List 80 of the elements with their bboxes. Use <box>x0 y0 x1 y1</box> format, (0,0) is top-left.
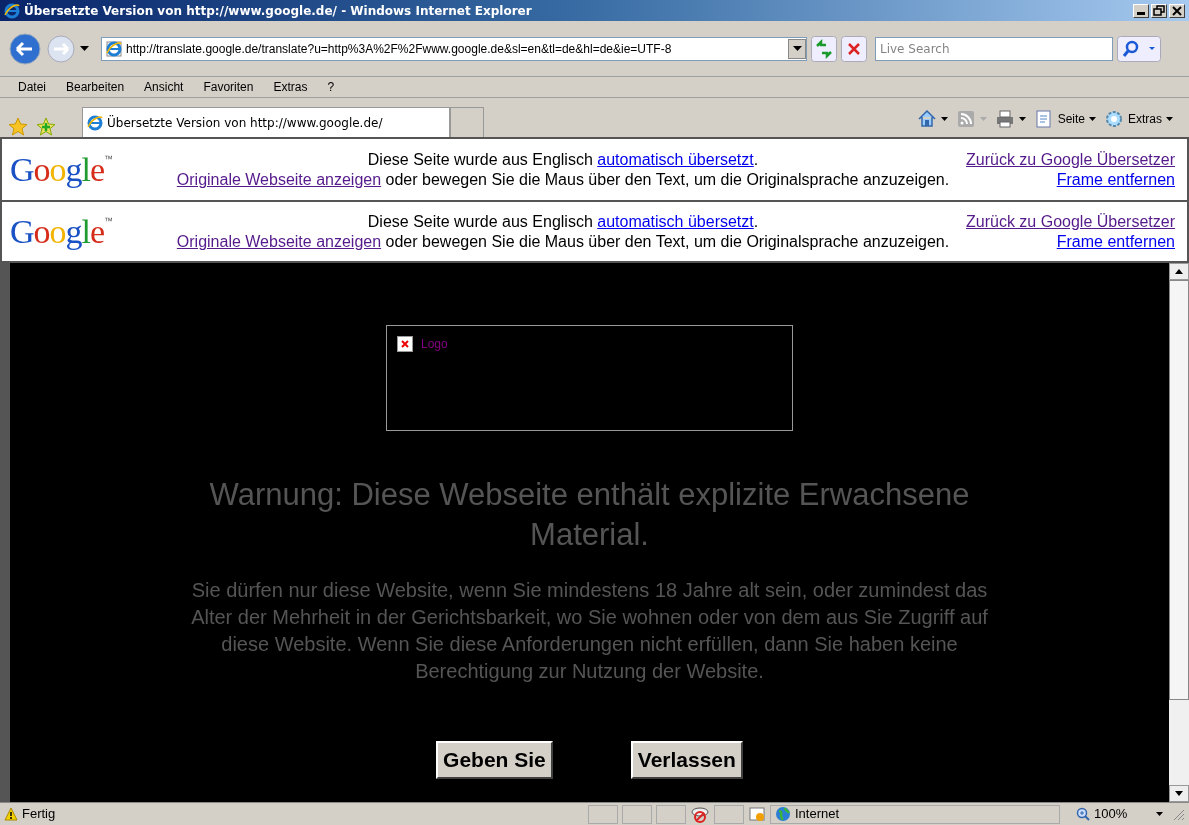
toolbar-button[interactable]: Extras <box>1104 109 1173 129</box>
address-field[interactable]: http://translate.google.de/translate?u=http%3A%2F%2Fwww.google.de&sl=en&tl=de&hl=de&ie=UTF-8 <box>101 36 807 61</box>
minimize-button[interactable] <box>1133 3 1149 18</box>
warning-icon <box>4 807 18 821</box>
page-icon <box>1033 109 1054 129</box>
protected-mode-icon <box>748 805 766 823</box>
status-panel <box>656 804 686 824</box>
link[interactable]: Frame entfernen <box>1056 169 1175 190</box>
status-panel <box>588 804 618 824</box>
alt-text: Logo <box>421 336 448 352</box>
status-text: Fertig <box>22 805 57 824</box>
broken-image-icon <box>397 336 413 352</box>
page-icon <box>106 40 122 57</box>
ie-logo-icon <box>4 2 20 19</box>
caret-icon <box>979 117 987 121</box>
printer-icon <box>994 109 1015 129</box>
resize-grip-icon <box>1171 807 1185 821</box>
google-logo: Google™ <box>10 152 115 187</box>
search-button[interactable] <box>1117 35 1161 62</box>
link[interactable]: Zurück zu Google Übersetzer <box>966 149 1175 170</box>
gear-icon <box>1104 109 1124 129</box>
arrow-up-icon <box>1175 269 1183 274</box>
ie-logo-icon <box>87 114 103 131</box>
search-field[interactable]: Live Search <box>875 36 1113 61</box>
favorites-star-icon[interactable] <box>8 117 28 137</box>
back-button[interactable] <box>8 31 42 66</box>
home-icon <box>916 109 937 129</box>
status-panel <box>622 804 652 824</box>
page-button[interactable]: Geben Sie <box>436 741 553 779</box>
toolbar-button[interactable] <box>916 109 948 129</box>
menu-item[interactable]: Extras <box>271 78 310 96</box>
toolbar-button[interactable]: Seite <box>1033 109 1096 129</box>
toolbar-button[interactable] <box>994 109 1026 129</box>
privacy-blocked-icon <box>690 805 710 823</box>
link[interactable]: Originale Webseite anzeigen <box>176 170 382 188</box>
stop-button[interactable] <box>841 35 867 62</box>
link[interactable]: Originale Webseite anzeigen <box>176 232 382 250</box>
restore-icon <box>1153 5 1165 16</box>
globe-icon <box>775 806 791 822</box>
notice-text: oder bewegen Sie die Maus über den Text, um die Originalsprache anzuzeigen. <box>384 232 950 250</box>
link[interactable]: automatisch übersetzt <box>597 150 754 168</box>
link[interactable]: automatisch übersetzt <box>597 212 754 230</box>
caret-icon <box>1089 117 1096 121</box>
dropdown-caret-icon[interactable] <box>792 46 802 51</box>
warning-text: Sie dürfen nur diese Website, wenn Sie mindestens 18 Jahre alt sein, oder zumindest das Alter der Mehrheit in der Gerichtsbarkeit, wo Sie wohnen oder von dem aus Sie Zugriff auf diese Website. Wenn Sie diese Anforderungen nicht erfüllen, dann Sie haben keine Berechtigung zur Nutzung der Website. <box>190 578 989 684</box>
notice-text: Diese Seite wurde aus Englisch automatisch übersetzt. <box>367 150 759 168</box>
scroll-thumb[interactable] <box>1169 280 1189 700</box>
scrollbar[interactable] <box>1169 263 1189 802</box>
zoom-control[interactable]: 100% <box>1072 804 1167 824</box>
restore-button[interactable] <box>1151 3 1167 18</box>
zoom-icon <box>1076 807 1090 821</box>
arrow-down-icon <box>1175 791 1183 796</box>
menu-item[interactable]: Favoriten <box>201 78 256 96</box>
minimize-icon <box>1137 11 1145 15</box>
menu-item[interactable]: Datei <box>16 78 48 96</box>
close-icon <box>1172 5 1182 16</box>
rss-feed-icon <box>955 109 976 129</box>
refresh-button[interactable] <box>811 35 837 62</box>
notice-text: oder bewegen Sie die Maus über den Text, um die Originalsprache anzuzeigen. <box>384 170 950 188</box>
link[interactable]: Frame entfernen <box>1056 231 1175 252</box>
google-logo: Google™ <box>10 214 115 249</box>
menu-item[interactable]: ? <box>325 78 337 96</box>
dropdown-caret-icon[interactable] <box>80 46 89 51</box>
link[interactable]: Zurück zu Google Übersetzer <box>966 211 1175 232</box>
caret-icon <box>1018 117 1026 121</box>
menu-item[interactable]: Bearbeiten <box>64 78 127 96</box>
status-panel <box>714 804 744 824</box>
scroll-up-button[interactable] <box>1169 263 1189 280</box>
caret-icon <box>1156 812 1163 816</box>
browser-tab[interactable]: Übersetzte Version von http://www.google.de/ <box>82 107 450 137</box>
security-zone: Internet <box>770 804 1060 824</box>
close-button[interactable] <box>1169 3 1185 18</box>
window-title: Übersetzte Version von http://www.google.de/ - Windows Internet Explorer <box>24 2 533 20</box>
caret-icon <box>940 117 948 121</box>
warning-heading: Warnung: Diese Webseite enthält explizite Erwachsene Material. <box>208 476 971 554</box>
notice-text: Diese Seite wurde aus Englisch automatisch übersetzt. <box>367 212 759 230</box>
page-button[interactable]: Verlassen <box>630 741 743 779</box>
caret-icon <box>1166 117 1173 121</box>
scroll-down-button[interactable] <box>1169 785 1189 802</box>
menu-item[interactable]: Ansicht <box>142 78 186 96</box>
